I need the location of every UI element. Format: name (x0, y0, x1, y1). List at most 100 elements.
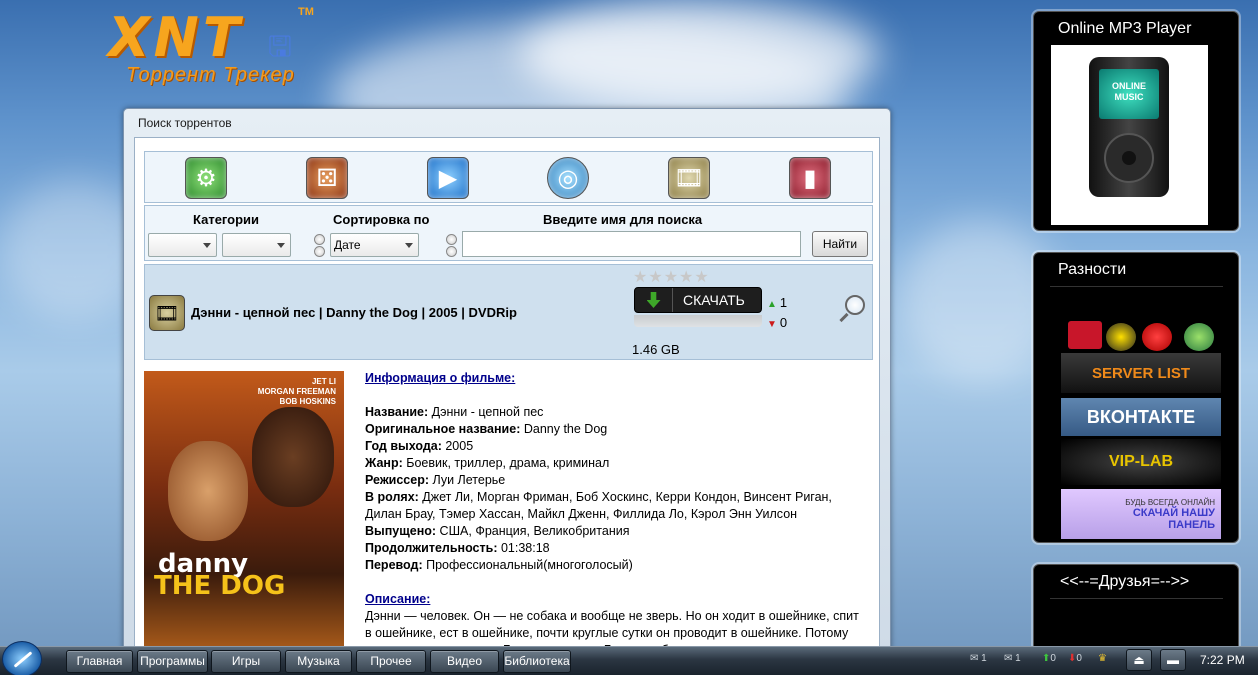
info-cast-label: В ролях: (365, 490, 419, 504)
search-bar: Категории Сортировка по Введите имя для … (144, 205, 873, 261)
beeline-logo-icon[interactable] (1106, 323, 1136, 351)
vkontakte-banner[interactable]: ВКОНТАКТЕ (1061, 398, 1221, 436)
sort-desc-radio[interactable] (314, 246, 325, 257)
sort-label: Сортировка по (333, 212, 430, 227)
search-input[interactable] (462, 231, 801, 257)
info-genre: Жанр: Боевик, триллер, драма, криминал (365, 455, 865, 472)
mail-tray-2[interactable]: ✉ 1 (1004, 653, 1021, 664)
download-button-reflection (634, 315, 762, 327)
find-button[interactable]: Найти (812, 231, 868, 257)
info-year-value: 2005 (445, 439, 474, 453)
click-wheel (1104, 133, 1154, 183)
torrent-title[interactable]: Дэнни - цепной пес | Danny the Dog | 200… (191, 305, 517, 320)
disc-icon[interactable]: ◎ (547, 157, 589, 199)
settings-icon[interactable]: ⚙ (185, 157, 227, 199)
categories-label: Категории (193, 212, 260, 227)
mail-count-1: 1 (981, 653, 987, 664)
background-cloud (520, 0, 880, 110)
info-duration-value: 01:38:18 (500, 541, 550, 555)
magnifier-icon[interactable] (837, 295, 867, 329)
leechers-count: ▼ 0 (767, 315, 787, 330)
start-button[interactable] (2, 641, 42, 675)
friends-widget: <<--=Друзья=-->> (1033, 564, 1239, 654)
chevron-down-icon (203, 243, 211, 248)
taskbar-programs-button[interactable]: Программы (137, 650, 208, 673)
category-select-1[interactable] (148, 233, 217, 257)
site-logo[interactable]: XNT TM 🖫 Торрент Трекер (108, 6, 328, 98)
info-heading[interactable]: Информация о фильме: (365, 370, 865, 387)
sort-select[interactable]: Дате (330, 233, 419, 257)
torrent-size: 1.46 GB (632, 342, 680, 357)
mail-icon: ✉ (1004, 653, 1013, 664)
logo-subtitle: Торрент Трекер (126, 64, 295, 86)
taskbar-home-button[interactable]: Главная (66, 650, 133, 673)
search-mode-radio-2[interactable] (446, 246, 457, 257)
mail-tray[interactable]: ✉ 1 (970, 653, 987, 664)
download-panel-banner[interactable]: БУДЬ ВСЕГДА ОНЛАЙН СКАЧАЙ НАШУ ПАНЕЛЬ (1061, 489, 1221, 539)
info-director: Режиссер: Луи Летерье (365, 472, 865, 489)
leechers-value: 0 (779, 315, 788, 330)
download-button[interactable]: СКАЧАТЬ (634, 287, 762, 313)
misc-title: Разности (1058, 261, 1127, 278)
media-player-icon[interactable]: ▶ (427, 157, 469, 199)
mts-logo-icon[interactable] (1142, 323, 1172, 351)
mp3-player-title: Online MP3 Player (1058, 20, 1192, 37)
poster-cast-1: JET LI (311, 377, 336, 386)
torrent-search-window: Поиск торрентов ⚙ ⚄ ▶ ◎ 🎞 ▮ Категории Со… (123, 108, 891, 657)
info-year: Год выхода: 2005 (365, 438, 865, 455)
dice-icon[interactable]: ⚄ (306, 157, 348, 199)
upload-tray[interactable]: ⬆0 (1042, 653, 1056, 664)
info-genre-label: Жанр: (365, 456, 403, 470)
category-icon-bar: ⚙ ⚄ ▶ ◎ 🎞 ▮ (144, 151, 873, 203)
poster-cast-2: MORGAN FREEMAN (257, 387, 336, 396)
info-translation-label: Перевод: (365, 558, 423, 572)
taskbar-video-button[interactable]: Видео (430, 650, 499, 673)
category-select-2[interactable] (222, 233, 291, 257)
vip-lab-banner[interactable]: VIP-LAB (1061, 439, 1221, 485)
mail-icon: ✉ (970, 653, 979, 664)
taskbar-other-button[interactable]: Прочее (356, 650, 426, 673)
seeders-value: 1 (779, 295, 788, 310)
taskbar-music-button[interactable]: Музыка (285, 650, 352, 673)
mp3-player-image[interactable]: ONLINE MUSIC (1051, 45, 1208, 225)
book-icon[interactable]: ▮ (789, 157, 831, 199)
poster-title-line-2: THE DOG (154, 571, 286, 601)
trophy-icon[interactable]: ♛ (1098, 653, 1107, 664)
info-name: Название: Дэнни - цепной пес (365, 404, 865, 421)
info-duration-label: Продолжительность: (365, 541, 498, 555)
restore-icon[interactable]: ⏏ (1126, 649, 1152, 671)
window-body: ⚙ ⚄ ▶ ◎ 🎞 ▮ Категории Сортировка по Введ… (134, 137, 880, 657)
poster-cast: JET LI MORGAN FREEMAN BOB HOSKINS (258, 377, 336, 407)
taskbar-games-button[interactable]: Игры (211, 650, 281, 673)
taskbar-library-button[interactable]: Библиотека (503, 650, 571, 673)
info-released-label: Выпущено: (365, 524, 437, 538)
misc-widget: Разности SERVER LIST ВКОНТАКТЕ VIP-LAB Б… (1033, 252, 1239, 543)
seeders-up-icon: ▲ (767, 299, 777, 310)
search-mode-radio-1[interactable] (446, 234, 457, 245)
poster-cast-3: BOB HOSKINS (279, 397, 336, 406)
leechers-down-icon: ▼ (767, 319, 777, 330)
download-tray[interactable]: ⬇0 (1068, 653, 1082, 664)
torrent-row[interactable]: 🎞 Дэнни - цепной пес | Danny the Dog | 2… (144, 264, 873, 360)
friends-title: <<--=Друзья=-->> (1060, 573, 1190, 590)
info-translation: Перевод: Профессиональный(многоголосый) (365, 557, 865, 574)
seeders-count: ▲ 1 (767, 295, 787, 310)
megafon-logo-icon[interactable] (1184, 323, 1214, 351)
sort-asc-radio[interactable] (314, 234, 325, 245)
info-year-label: Год выхода: (365, 439, 442, 453)
divider (1050, 598, 1223, 599)
download-label: СКАЧАТЬ (683, 292, 745, 308)
info-director-label: Режиссер: (365, 473, 430, 487)
info-released: Выпущено: США, Франция, Великобритания (365, 523, 865, 540)
divider (1050, 286, 1223, 287)
minimize-icon[interactable]: ▬ (1160, 649, 1186, 671)
rating-stars[interactable]: ★★★★★ (633, 267, 710, 287)
mp3-player-widget: Online MP3 Player ONLINE MUSIC (1033, 11, 1239, 231)
info-orig-value: Danny the Dog (523, 422, 608, 436)
description-heading[interactable]: Описание: (365, 591, 865, 608)
film-reel-icon[interactable]: 🎞 (668, 157, 710, 199)
poster-figure (168, 441, 248, 541)
server-list-banner[interactable]: SERVER LIST (1061, 353, 1221, 393)
taskbar: Главная Программы Игры Музыка Прочее Вид… (0, 641, 1258, 675)
partner-logo-icon[interactable] (1068, 321, 1102, 349)
